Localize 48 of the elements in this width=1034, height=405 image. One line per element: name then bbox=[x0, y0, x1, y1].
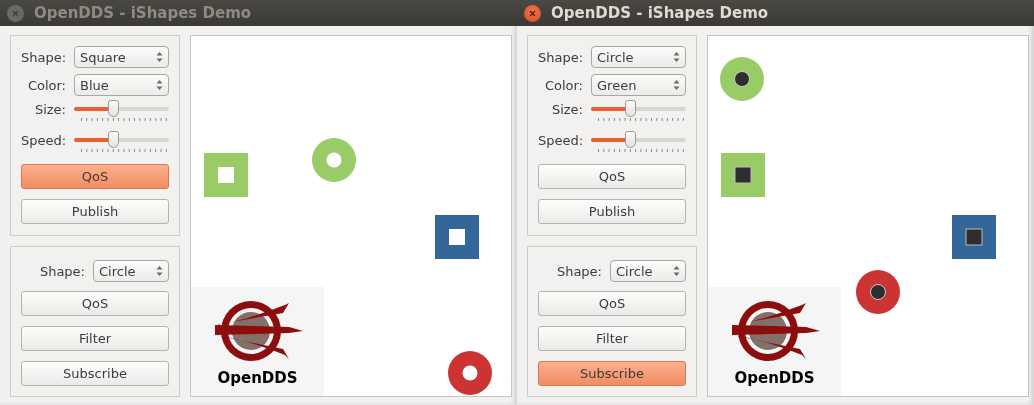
combo-box[interactable]: Circle bbox=[610, 260, 686, 282]
slider[interactable] bbox=[591, 100, 686, 117]
combo-box[interactable]: Circle bbox=[591, 46, 686, 68]
close-button[interactable] bbox=[7, 4, 24, 22]
close-icon bbox=[529, 9, 536, 17]
spinner-icon bbox=[156, 265, 163, 277]
spinner-icon bbox=[156, 51, 163, 63]
combo-box[interactable]: Circle bbox=[93, 260, 169, 282]
subscribe-button[interactable]: Subscribe bbox=[21, 361, 169, 386]
qos-button[interactable]: QoS bbox=[21, 291, 169, 316]
filter-button[interactable]: Filter bbox=[538, 326, 686, 351]
spinner-icon bbox=[673, 265, 680, 277]
window-title: OpenDDS - iShapes Demo bbox=[551, 4, 769, 22]
qos-button[interactable]: QoS bbox=[538, 164, 686, 189]
slider-handle[interactable] bbox=[624, 131, 636, 148]
slider-label: Size: bbox=[33, 102, 67, 117]
field-label: Color: bbox=[543, 77, 584, 93]
qos-button[interactable]: QoS bbox=[538, 291, 686, 316]
slider-handle[interactable] bbox=[107, 100, 119, 117]
field-label: Shape: bbox=[538, 49, 585, 65]
combo-box[interactable]: Square bbox=[74, 46, 169, 68]
slider[interactable] bbox=[591, 131, 686, 148]
slider-handle[interactable] bbox=[107, 131, 119, 148]
close-button[interactable] bbox=[524, 4, 541, 22]
logo-text: OpenDDS bbox=[217, 369, 298, 387]
field-label: Color: bbox=[26, 77, 67, 93]
combo-box[interactable]: Green bbox=[591, 74, 686, 96]
close-icon bbox=[12, 9, 19, 17]
slider[interactable] bbox=[74, 100, 169, 117]
combo-box[interactable]: Blue bbox=[74, 74, 169, 96]
logo-text: OpenDDS bbox=[734, 369, 815, 387]
spinner-icon bbox=[673, 51, 680, 63]
filter-button[interactable]: Filter bbox=[21, 326, 169, 351]
subscribe-button[interactable]: Subscribe bbox=[538, 361, 686, 386]
field-label: Shape: bbox=[21, 49, 68, 65]
spinner-icon bbox=[156, 79, 163, 91]
spinner-icon bbox=[673, 79, 680, 91]
slider-label: Speed: bbox=[538, 133, 585, 148]
qos-button[interactable]: QoS bbox=[21, 164, 169, 189]
slider-label: Size: bbox=[550, 102, 584, 117]
field-label: Shape: bbox=[555, 263, 603, 279]
slider-label: Speed: bbox=[21, 133, 68, 148]
window-title: OpenDDS - iShapes Demo bbox=[34, 4, 252, 22]
publish-button[interactable]: Publish bbox=[21, 199, 169, 224]
publish-button[interactable]: Publish bbox=[538, 199, 686, 224]
field-label: Shape: bbox=[38, 263, 86, 279]
slider-handle[interactable] bbox=[624, 100, 636, 117]
slider[interactable] bbox=[74, 131, 169, 148]
